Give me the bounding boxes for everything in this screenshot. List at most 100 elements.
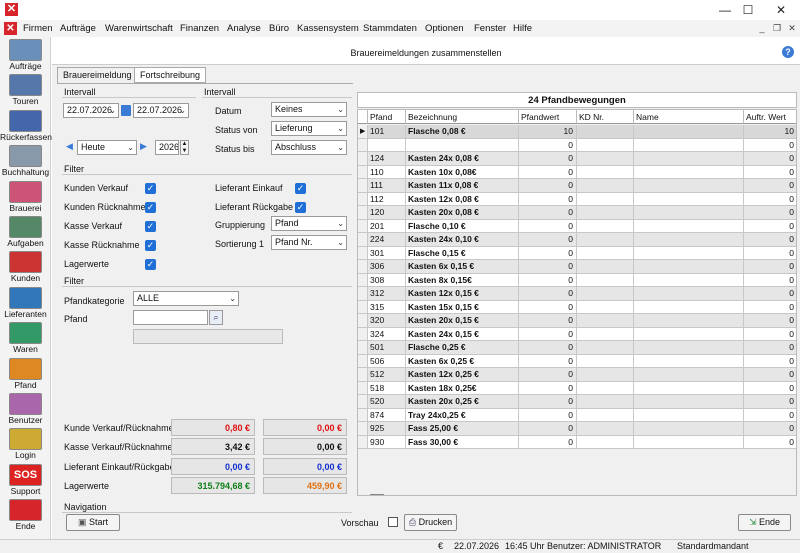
period-select[interactable]: Heute ⌄ <box>77 140 137 155</box>
ende-button[interactable]: ⇲ Ende <box>738 514 791 531</box>
grid-header[interactable]: Pfandwert <box>519 110 577 124</box>
grid-cell <box>634 273 744 287</box>
pfand-grid[interactable]: Pfand Bezeichnung Pfandwert KD Nr. Name Auftr… <box>357 109 797 496</box>
table-row[interactable]: 874 Tray 24x0,25 €0 0 <box>358 408 796 422</box>
grid-footer-handle[interactable] <box>370 494 384 495</box>
sidebar-item-buchhaltung[interactable]: Buchhaltung <box>0 144 51 179</box>
date-from-picker[interactable]: 22.07.2026 ⌄ <box>63 103 119 118</box>
table-row[interactable]: 224 Kasten 24x 0,10 €0 0 <box>358 233 796 247</box>
menu-finanzen[interactable]: Finanzen <box>177 21 222 36</box>
grid-cell: 101 <box>368 125 406 139</box>
grid-header[interactable]: Bezeichnung <box>406 110 519 124</box>
mdi-minimize-button[interactable]: _ <box>755 21 769 35</box>
sidebar-item-brauerei[interactable]: Brauerei <box>0 180 51 215</box>
grid-cell: Flasche 0,10 € <box>406 219 519 233</box>
table-row[interactable]: ▶ 101 Flasche 0,08 €10 10 <box>358 125 796 139</box>
table-row[interactable]: 124 Kasten 24x 0,08 €0 0 <box>358 152 796 166</box>
sidebar-item-pfand[interactable]: Pfand <box>0 357 51 392</box>
table-row[interactable]: 315 Kasten 15x 0,15 €0 0 <box>358 300 796 314</box>
table-row[interactable]: 501 Flasche 0,25 €0 0 <box>358 341 796 355</box>
menu-hilfe[interactable]: Hilfe <box>510 21 535 36</box>
sidebar-item-touren[interactable]: Touren <box>0 73 51 108</box>
sidebar-item-kunden[interactable]: Kunden <box>0 250 51 285</box>
table-row[interactable]: 324 Kasten 24x 0,15 €0 0 <box>358 327 796 341</box>
menu-fenster[interactable]: Fenster <box>471 21 509 36</box>
mdi-close-button[interactable]: ✕ <box>785 21 799 35</box>
grid-cell <box>634 408 744 422</box>
table-row[interactable]: 201 Flasche 0,10 €0 0 <box>358 219 796 233</box>
grid-header[interactable]: Name <box>634 110 744 124</box>
menu-buero[interactable]: Büro <box>266 21 292 36</box>
filter-group-title: Filter <box>64 164 84 174</box>
tab-fortschreibung[interactable]: Fortschreibung <box>134 67 207 83</box>
sidebar-item-aufgaben[interactable]: Aufgaben <box>0 215 51 250</box>
sidebar-item-lieferanten[interactable]: Lieferanten <box>0 286 51 321</box>
pfand-input[interactable] <box>133 310 208 325</box>
grid-cell <box>577 233 634 247</box>
grid-header[interactable]: Pfand <box>368 110 406 124</box>
menu-warenwirtschaft[interactable]: Warenwirtschaft <box>102 21 176 36</box>
table-row[interactable]: 110 Kasten 10x 0,08€ 0 0 <box>358 165 796 179</box>
filter-checkbox[interactable]: ✓ <box>145 259 156 270</box>
table-row[interactable]: 00 <box>358 138 796 152</box>
status-bis-select[interactable]: Abschluss ⌄ <box>271 140 347 155</box>
tab-brauereimeldung[interactable]: Brauereimeldung <box>57 67 138 83</box>
menu-optionen[interactable]: Optionen <box>422 21 467 36</box>
date-to-picker[interactable]: 22.07.2026 ⌄ <box>133 103 189 118</box>
year-field[interactable]: 2026 <box>155 140 179 155</box>
menu-kassensystem[interactable]: Kassensystem <box>294 21 362 36</box>
table-row[interactable]: 512 Kasten 12x 0,25 €0 0 <box>358 368 796 382</box>
menu-auftraege[interactable]: Aufträge <box>57 21 99 36</box>
sidebar-item-support[interactable]: SOS Support <box>0 463 51 498</box>
maximize-button[interactable]: ☐ <box>733 0 763 20</box>
grid-cell <box>577 341 634 355</box>
help-icon[interactable]: ? <box>782 46 794 58</box>
table-row[interactable]: 112 Kasten 12x 0,08 €0 0 <box>358 192 796 206</box>
table-row[interactable]: 925 Fass 25,00 €0 0 <box>358 422 796 436</box>
table-row[interactable]: 306 Kasten 6x 0,15 €0 0 <box>358 260 796 274</box>
mdi-restore-button[interactable]: ❐ <box>770 21 784 35</box>
table-row[interactable]: 111 Kasten 11x 0,08 €0 0 <box>358 179 796 193</box>
filter-checkbox[interactable]: ✓ <box>145 202 156 213</box>
filter-checkbox[interactable]: ✓ <box>145 183 156 194</box>
next-period-icon[interactable]: ▶ <box>140 141 147 152</box>
menu-analyse[interactable]: Analyse <box>224 21 264 36</box>
table-row[interactable]: 520 Kasten 20x 0,25 €0 0 <box>358 395 796 409</box>
search-icon[interactable]: ⌕ <box>209 310 223 325</box>
menu-stammdaten[interactable]: Stammdaten <box>360 21 420 36</box>
gruppierung-select[interactable]: Pfand ⌄ <box>271 216 347 231</box>
table-row[interactable]: 312 Kasten 12x 0,15 €0 0 <box>358 287 796 301</box>
sidebar-item-r-ckerfassen[interactable]: Rückerfassen <box>0 109 52 144</box>
table-row[interactable]: 301 Flasche 0,15 €0 0 <box>358 246 796 260</box>
table-row[interactable]: 518 Kasten 18x 0,25€ 0 0 <box>358 381 796 395</box>
sidebar-item-waren[interactable]: Waren <box>0 321 51 356</box>
table-row[interactable]: 120 Kasten 20x 0,08 €0 0 <box>358 206 796 220</box>
sidebar-item-ende[interactable]: Ende <box>0 498 51 533</box>
sidebar-item-login[interactable]: Login <box>0 427 51 462</box>
year-spinner[interactable]: ▲ ▼ <box>180 140 189 155</box>
filter-checkbox[interactable]: ✓ <box>295 183 306 194</box>
sortierung-select[interactable]: Pfand Nr. ⌄ <box>271 235 347 250</box>
close-button[interactable]: ✕ <box>766 0 796 20</box>
vorschau-checkbox[interactable] <box>388 517 398 527</box>
status-von-select[interactable]: Lieferung ⌄ <box>271 121 347 136</box>
filter-checkbox[interactable]: ✓ <box>295 202 306 213</box>
grid-header[interactable]: Auftr. Wert <box>744 110 796 124</box>
sidebar-item-auftr-ge[interactable]: Aufträge <box>0 38 51 73</box>
grid-cell: 0 <box>519 314 577 328</box>
start-button[interactable]: ▣ Start <box>66 514 120 531</box>
sidebar-item-benutzer[interactable]: Benutzer <box>0 392 51 427</box>
drucken-button[interactable]: ⎙ Drucken <box>404 514 457 531</box>
table-row[interactable]: 930 Fass 30,00 €0 0 <box>358 435 796 449</box>
table-row[interactable]: 308 Kasten 8x 0,15€ 0 0 <box>358 273 796 287</box>
prev-period-icon[interactable]: ◀ <box>66 141 73 152</box>
table-row[interactable]: 506 Kasten 6x 0,25 €0 0 <box>358 354 796 368</box>
pfandkategorie-select[interactable]: ALLE ⌄ <box>133 291 239 306</box>
datum-select[interactable]: Keines ⌄ <box>271 102 347 117</box>
calendar-icon[interactable] <box>121 105 131 116</box>
filter-checkbox[interactable]: ✓ <box>145 221 156 232</box>
filter-checkbox[interactable]: ✓ <box>145 240 156 251</box>
menu-firmen[interactable]: Firmen <box>20 21 56 36</box>
grid-header[interactable]: KD Nr. <box>577 110 634 124</box>
table-row[interactable]: 320 Kasten 20x 0,15 €0 0 <box>358 314 796 328</box>
